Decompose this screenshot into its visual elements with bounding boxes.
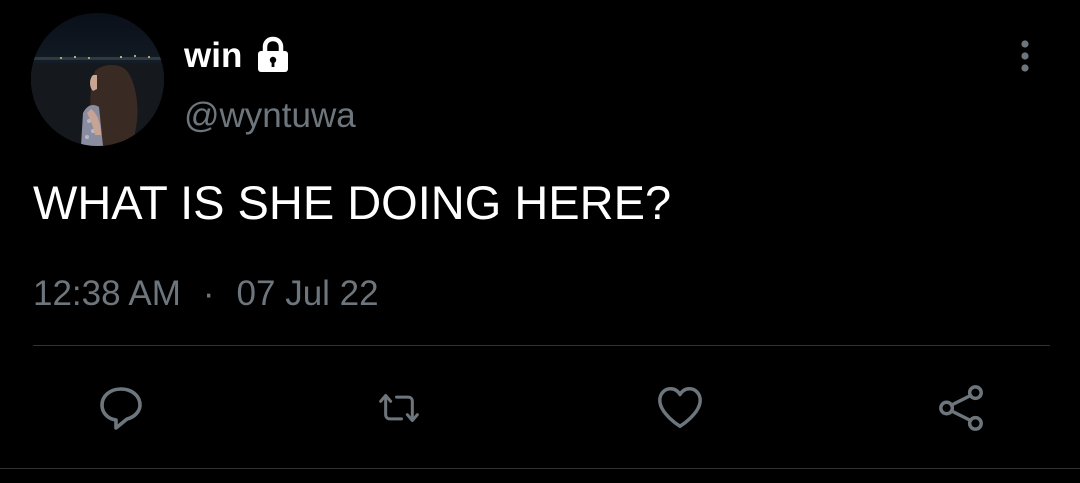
like-button[interactable] bbox=[655, 383, 705, 433]
display-name[interactable]: win bbox=[184, 38, 242, 73]
retweet-button[interactable] bbox=[374, 383, 424, 433]
divider bbox=[0, 468, 1080, 469]
tweet-detail: win @wyntuwa WHAT IS SHE DOING HERE? 12:… bbox=[0, 0, 1080, 483]
lock-icon bbox=[254, 36, 292, 74]
tweet-time: 12:38 AM bbox=[33, 274, 181, 313]
meta-separator: · bbox=[202, 274, 215, 313]
author-handle[interactable]: @wyntuwa bbox=[184, 98, 356, 133]
reply-button[interactable] bbox=[96, 383, 146, 433]
tweet-text: WHAT IS SHE DOING HERE? bbox=[33, 176, 672, 229]
more-options-button[interactable] bbox=[1010, 36, 1040, 76]
share-icon bbox=[939, 385, 983, 431]
author-name-row: win bbox=[184, 30, 292, 80]
retweet-icon bbox=[379, 394, 419, 422]
like-icon bbox=[658, 387, 702, 428]
avatar[interactable] bbox=[31, 13, 164, 146]
avatar-image bbox=[31, 13, 164, 146]
tweet-date: 07 Jul 22 bbox=[236, 274, 379, 313]
share-button[interactable] bbox=[936, 383, 986, 433]
more-vertical-icon bbox=[1021, 40, 1029, 72]
divider bbox=[33, 345, 1050, 346]
reply-icon bbox=[100, 387, 142, 430]
tweet-timestamp[interactable]: 12:38 AM · 07 Jul 22 bbox=[33, 276, 379, 311]
